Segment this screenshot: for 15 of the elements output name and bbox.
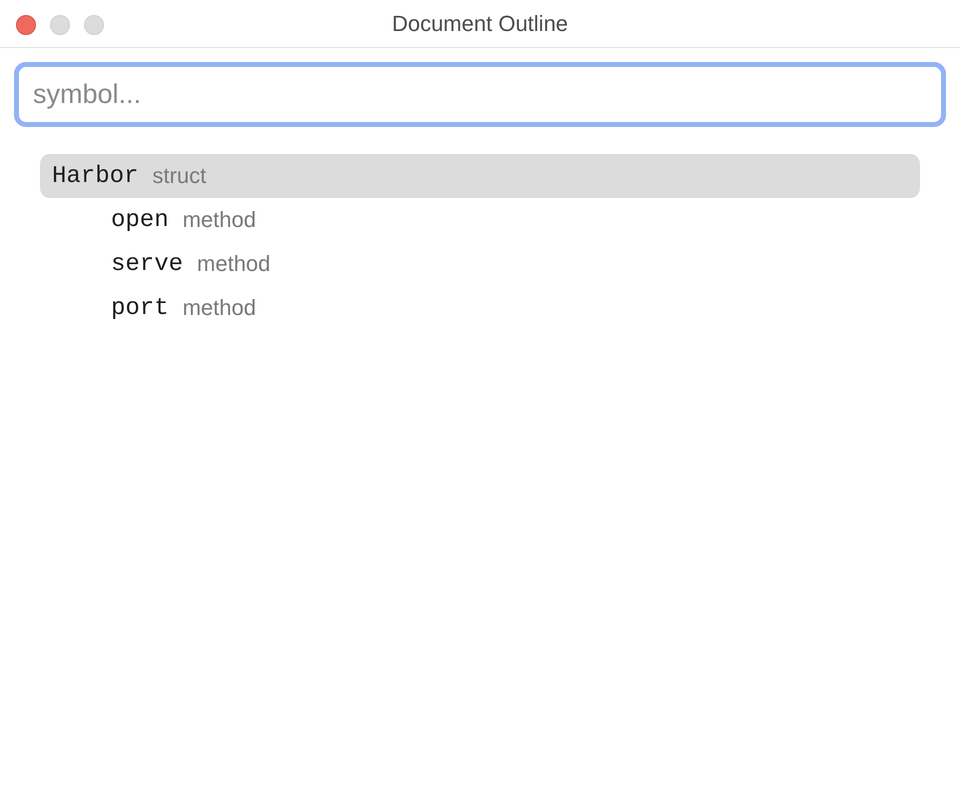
outline-row[interactable]: Harbor struct — [40, 154, 920, 198]
search-field[interactable]: symbol... — [14, 62, 946, 127]
symbol-type: method — [197, 251, 270, 277]
symbol-type: struct — [152, 163, 206, 189]
symbol-name: open — [111, 206, 169, 234]
close-button[interactable] — [16, 15, 36, 35]
symbol-name: serve — [111, 250, 184, 278]
symbol-type: method — [182, 295, 256, 321]
outline-row[interactable]: open method — [40, 198, 920, 242]
window-title: Document Outline — [392, 10, 568, 36]
symbol-name: Harbor — [52, 162, 138, 190]
outline-row[interactable]: port method — [40, 286, 920, 330]
outline-row[interactable]: serve method — [40, 242, 920, 286]
symbol-type: method — [182, 207, 256, 233]
symbol-name: port — [111, 294, 169, 322]
